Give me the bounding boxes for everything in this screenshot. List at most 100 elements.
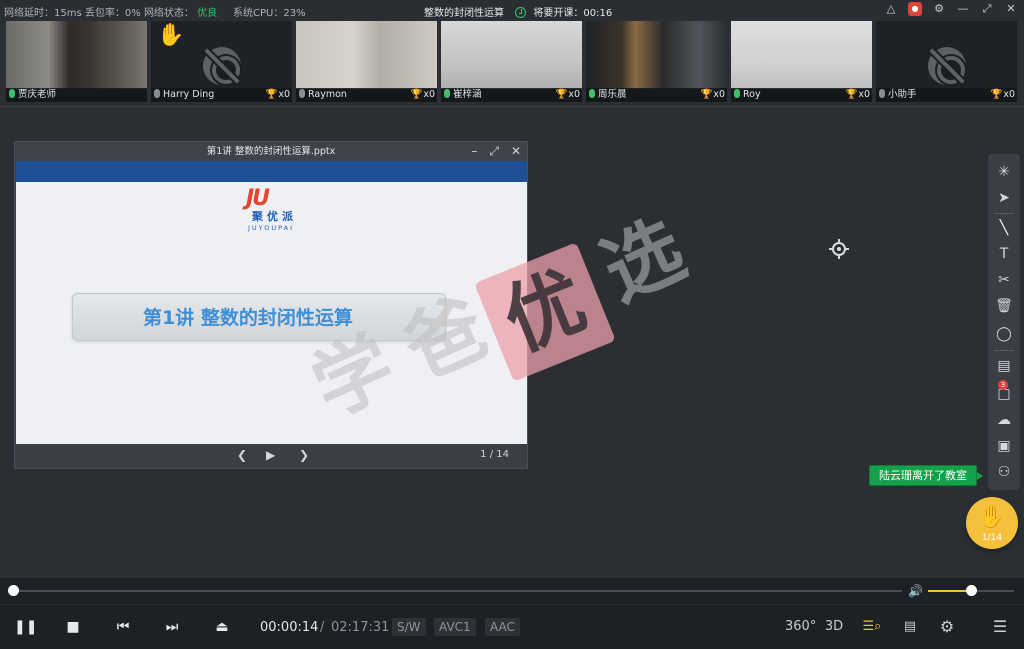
playlist-search-icon[interactable]: ☰⌕ bbox=[860, 617, 884, 637]
minimize-icon[interactable]: — bbox=[956, 2, 970, 16]
tile-label: 周乐晨 🏆x0 bbox=[586, 88, 727, 102]
participant-name: 崔梓涵 bbox=[453, 89, 482, 100]
settings-gear-icon[interactable]: ⚙ bbox=[937, 617, 957, 637]
video-tile-raymon[interactable]: Raymon 🏆x0 bbox=[296, 21, 437, 102]
toolbox-icon[interactable]: ▣ bbox=[992, 434, 1016, 458]
chat-icon[interactable]: □ 3 bbox=[992, 380, 1016, 406]
members-icon[interactable]: ⚇ bbox=[992, 460, 1016, 484]
tile-label: Roy 🏆x0 bbox=[731, 88, 872, 102]
subtitles-icon[interactable]: ▤ bbox=[900, 617, 920, 637]
camera-off-icon bbox=[927, 47, 966, 85]
raise-hand-button[interactable]: ✋ 1/14 bbox=[966, 497, 1018, 549]
settings-gear-icon[interactable]: ⚙ bbox=[932, 2, 946, 16]
slide-header-band bbox=[16, 161, 527, 182]
mic-icon bbox=[9, 89, 15, 98]
trophy-count: 🏆x0 bbox=[700, 89, 725, 100]
video-tile-harry-ding[interactable]: ✋ Harry Ding 🏆x0 bbox=[151, 21, 292, 102]
menu-icon[interactable]: ☰ bbox=[990, 617, 1010, 637]
pen-icon[interactable]: ╲ bbox=[992, 216, 1016, 240]
video-codec-tag[interactable]: AVC1 bbox=[434, 618, 476, 636]
restore-icon[interactable]: ⤢ bbox=[489, 142, 499, 161]
minimize-icon[interactable]: – bbox=[471, 142, 477, 161]
latency-value: 15ms bbox=[54, 8, 82, 19]
tile-label: Harry Ding 🏆x0 bbox=[151, 88, 292, 102]
loss-label: 丢包率： bbox=[84, 8, 125, 19]
total-time: 02:17:31 bbox=[331, 620, 390, 635]
bell-icon[interactable]: △ bbox=[884, 2, 898, 16]
seek-knob[interactable] bbox=[7, 585, 19, 596]
slide-window-titlebar[interactable]: 第1讲 整数的封闭性运算.pptx – ⤢ ✕ bbox=[15, 142, 527, 161]
countdown-value: 00:16 bbox=[583, 8, 613, 19]
eject-icon[interactable]: ⏏ bbox=[212, 617, 232, 637]
mic-muted-icon bbox=[154, 89, 160, 98]
trophy-count: 🏆x0 bbox=[555, 89, 580, 100]
volume-icon[interactable]: 🔊 bbox=[908, 584, 923, 598]
net-value: 优良 bbox=[197, 8, 218, 19]
tile-label: 崔梓涵 🏆x0 bbox=[441, 88, 582, 102]
slide-window[interactable]: 第1讲 整数的封闭性运算.pptx – ⤢ ✕ JU 聚优派 JUYOUPAI … bbox=[14, 141, 528, 469]
cpu-label: 系统CPU： bbox=[233, 8, 284, 19]
record-icon[interactable]: ● bbox=[908, 2, 922, 16]
video-strip: 贾庆老师 ✋ Harry Ding 🏆x0 Raymon 🏆x0 崔梓涵 🏆x0 周乐… bbox=[6, 21, 1018, 102]
logo-mark: JU bbox=[246, 186, 270, 211]
participant-name: 贾庆老师 bbox=[18, 89, 57, 100]
volume-knob[interactable] bbox=[966, 585, 977, 596]
tile-label: 小助手 🏆x0 bbox=[876, 88, 1017, 102]
trophy-count: 🏆x0 bbox=[990, 89, 1015, 100]
trophy-icon: 🏆 bbox=[700, 89, 713, 100]
video-tile-teacher[interactable]: 贾庆老师 bbox=[6, 21, 147, 102]
record-audio-icon[interactable]: ◯ bbox=[992, 322, 1016, 346]
sw-tag[interactable]: S/W bbox=[392, 618, 426, 636]
trophy-icon: 🏆 bbox=[990, 89, 1003, 100]
seek-bar[interactable] bbox=[12, 590, 902, 592]
pause-icon[interactable]: ❚❚ bbox=[14, 617, 37, 637]
current-time: 00:00:14 bbox=[260, 620, 319, 635]
cpu-value: 23% bbox=[283, 8, 306, 19]
toolbar-divider bbox=[994, 213, 1014, 214]
maximize-icon[interactable]: ⤢ bbox=[980, 2, 994, 16]
trophy-icon: 🏆 bbox=[265, 89, 278, 100]
latency-label: 网络延时： bbox=[4, 8, 54, 19]
next-slide-icon[interactable]: ❯ bbox=[299, 448, 309, 462]
raised-hand-icon: ✋ bbox=[157, 23, 185, 48]
watermark-char-4: 选 bbox=[589, 203, 698, 319]
logo-cn: 聚优派 bbox=[252, 210, 297, 223]
previous-icon[interactable]: ⏮ bbox=[113, 617, 133, 637]
laser-pointer-icon[interactable]: ✳ bbox=[992, 160, 1016, 184]
scissors-icon[interactable]: ✂ bbox=[992, 268, 1016, 292]
crosshair-cursor-icon bbox=[829, 239, 849, 259]
video-tile-roy[interactable]: Roy 🏆x0 bbox=[731, 21, 872, 102]
stop-icon[interactable]: ■ bbox=[63, 617, 83, 637]
play-slide-icon[interactable]: ▶ bbox=[266, 448, 275, 462]
trash-icon[interactable]: 🗑 bbox=[992, 294, 1016, 318]
select-move-icon[interactable]: ➤ bbox=[992, 186, 1016, 210]
prev-slide-icon[interactable]: ❮ bbox=[237, 448, 247, 462]
audio-codec-tag[interactable]: AAC bbox=[485, 618, 520, 636]
countdown-label: 将要开课： bbox=[533, 8, 584, 19]
video-tile-cui-zihan[interactable]: 崔梓涵 🏆x0 bbox=[441, 21, 582, 102]
network-stats: 网络延时：15ms 丢包率：0% 网络状态： 优良 系统CPU：23% bbox=[4, 4, 306, 19]
loss-value: 0% bbox=[124, 8, 141, 19]
slide-headline: 第1讲 整数的封闭性运算 bbox=[72, 293, 446, 341]
whiteboard-icon[interactable]: ▤ bbox=[992, 354, 1016, 378]
hand-icon: ✋ bbox=[978, 505, 1006, 530]
participant-name: Harry Ding bbox=[163, 89, 215, 100]
video-tile-assistant[interactable]: 小助手 🏆x0 bbox=[876, 21, 1017, 102]
video-tile-zhou-lechen[interactable]: 周乐晨 🏆x0 bbox=[586, 21, 727, 102]
trophy-icon: 🏆 bbox=[845, 89, 858, 100]
mic-icon bbox=[589, 89, 595, 98]
view-360-button[interactable]: 360° bbox=[785, 617, 816, 637]
trophy-count: 🏆x0 bbox=[265, 89, 290, 100]
seek-area: 🔊 bbox=[0, 578, 1024, 604]
slide-page-indicator: 1 / 14 bbox=[480, 449, 509, 460]
slide-navbar: ❮ ▶ ❯ 1 / 14 bbox=[15, 444, 527, 468]
slide-window-title: 第1讲 整数的封闭性运算.pptx bbox=[206, 146, 336, 157]
video-feed bbox=[586, 21, 727, 89]
close-icon[interactable]: ✕ bbox=[511, 142, 521, 161]
text-tool-icon[interactable]: T bbox=[992, 242, 1016, 266]
close-icon[interactable]: ✕ bbox=[1004, 2, 1018, 16]
view-3d-button[interactable]: 3D bbox=[823, 617, 845, 637]
cloud-icon[interactable]: ☁ bbox=[992, 408, 1016, 432]
next-icon[interactable]: ⏭ bbox=[162, 617, 182, 637]
video-feed bbox=[6, 21, 147, 89]
